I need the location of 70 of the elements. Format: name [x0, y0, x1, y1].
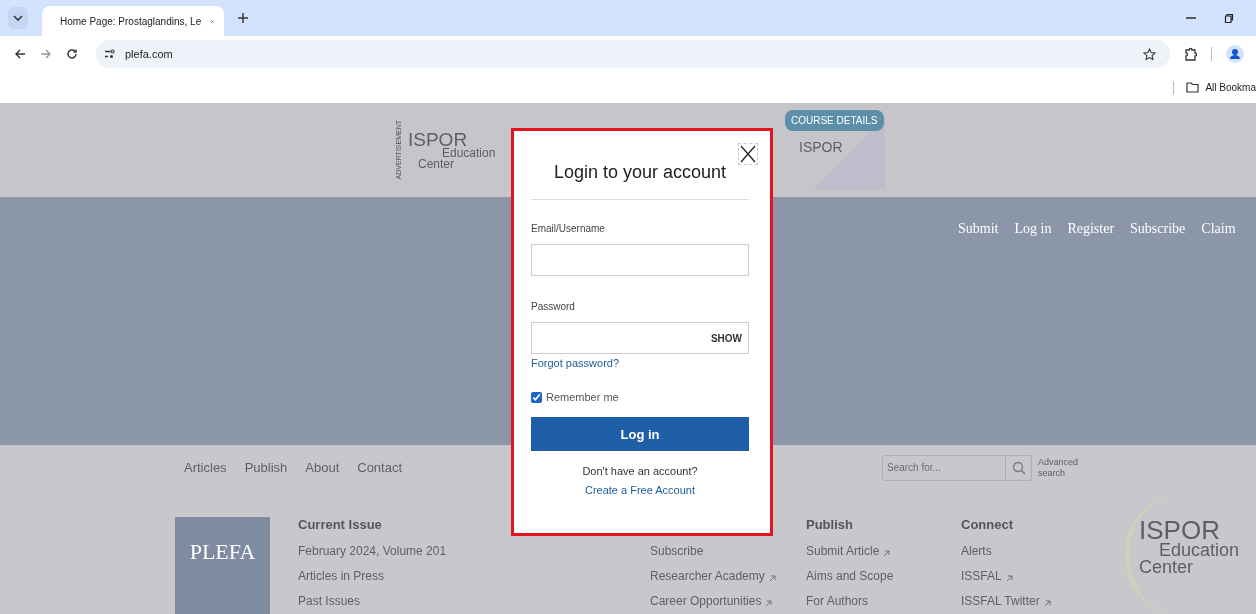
logo-text: Education — [442, 147, 496, 159]
create-account-link[interactable]: Create a Free Account — [531, 484, 749, 496]
footer-link[interactable]: Career Opportunities — [650, 594, 762, 608]
field-label: Password — [531, 301, 576, 312]
footer-link[interactable]: Researcher Academy — [650, 569, 765, 583]
column-heading: Current Issue — [298, 517, 383, 534]
search-icon — [1011, 460, 1026, 475]
remember-checkbox[interactable] — [531, 391, 542, 403]
nav-link[interactable]: Subscribe — [1130, 221, 1186, 445]
show-password-toggle[interactable]: SHOW — [710, 332, 742, 344]
close-button[interactable] — [738, 143, 758, 165]
nav-link[interactable]: About — [305, 460, 340, 475]
url-text: plefa.com — [125, 48, 173, 60]
star-icon[interactable] — [1143, 47, 1156, 61]
footer-link[interactable]: ISSFAL — [961, 569, 1002, 583]
nav-link[interactable]: Articles — [184, 460, 227, 475]
nav-link[interactable]: Register — [1067, 221, 1115, 445]
field-label: Email/Username — [531, 223, 606, 234]
footer-link[interactable]: Articles in Press — [298, 569, 385, 583]
password-field[interactable]: SHOW — [531, 322, 749, 354]
restore-icon[interactable] — [1224, 13, 1234, 23]
footer-link[interactable]: Alerts — [961, 544, 992, 558]
footer-link[interactable]: Subscribe — [650, 544, 704, 558]
footer-link[interactable]: Aims and Scope — [806, 569, 894, 583]
search-field[interactable]: Search for... — [882, 454, 1006, 481]
column-heading: Publish — [806, 517, 854, 534]
external-link-icon — [1043, 599, 1051, 607]
cover-title: PLEFA — [189, 539, 256, 565]
extensions-icon[interactable] — [1184, 47, 1197, 61]
logo-text: Center — [417, 158, 455, 170]
footer-link[interactable]: Past Issues — [298, 594, 361, 608]
address-bar[interactable]: plefa.com — [96, 40, 1170, 68]
nav-link[interactable]: Contact — [357, 460, 403, 475]
new-tab-icon[interactable] — [238, 13, 248, 23]
footer-link[interactable]: For Authors — [806, 594, 869, 608]
site-settings-icon[interactable] — [104, 49, 116, 59]
close-icon — [740, 145, 756, 163]
external-link-icon — [1005, 574, 1013, 582]
advanced-search-link[interactable]: Advanced search — [1038, 456, 1086, 479]
bookmarks-folder[interactable]: All Bookma — [1205, 82, 1256, 93]
tab-title: Home Page: Prostaglandins, Le — [60, 15, 202, 27]
chevron-down-icon — [13, 15, 23, 21]
checkbox-label: Remember me — [546, 391, 619, 403]
dialog-title: Login to your account — [552, 162, 728, 184]
forgot-password-link[interactable]: Forgot password? — [531, 357, 749, 369]
profile-icon[interactable] — [1226, 45, 1244, 63]
nav-link[interactable]: Submit — [958, 221, 999, 445]
external-link-icon — [765, 599, 773, 607]
nav-link[interactable]: Log in — [1014, 221, 1052, 445]
browser-tab[interactable]: Home Page: Prostaglandins, Le — [42, 6, 224, 36]
footer-link[interactable]: ISSFAL Twitter — [961, 594, 1040, 608]
login-button[interactable]: Log in — [531, 417, 749, 451]
external-link-icon — [768, 574, 776, 582]
footer-link[interactable]: February 2024, Volume 201 — [298, 544, 447, 558]
column-heading: Connect — [961, 517, 1014, 534]
nav-link[interactable]: Claim — [1201, 221, 1236, 445]
footer-link[interactable]: Submit Article — [806, 544, 880, 558]
forward-icon[interactable] — [40, 48, 52, 60]
logo-text: ISPOR — [408, 130, 468, 148]
email-field[interactable] — [531, 244, 749, 276]
reload-icon[interactable] — [66, 48, 78, 60]
external-link-icon — [883, 549, 891, 557]
signup-prompt: Don't have an account? — [581, 465, 699, 477]
search-button[interactable] — [1006, 454, 1032, 481]
nav-link[interactable]: Publish — [244, 460, 288, 475]
folder-icon — [1186, 82, 1200, 93]
back-icon[interactable] — [14, 48, 26, 60]
tab-list-button[interactable] — [8, 7, 28, 29]
brand-text: ISPOR — [798, 139, 843, 155]
course-details-button[interactable]: COURSE DETAILS — [785, 110, 884, 131]
